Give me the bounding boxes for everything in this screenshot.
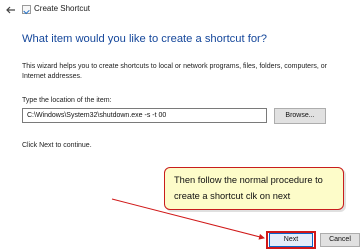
next-button[interactable]: Next — [269, 233, 313, 247]
location-label: Type the location of the item: — [22, 97, 112, 104]
window-title: Create Shortcut — [34, 4, 91, 13]
shortcut-icon — [22, 5, 31, 14]
next-hint-text: Click Next to continue. — [22, 142, 92, 149]
browse-button[interactable]: Browse... — [274, 108, 326, 124]
cancel-button[interactable]: Cancel — [320, 233, 360, 247]
location-input[interactable]: C:\Windows\System32\shutdown.exe -s -t 0… — [22, 108, 267, 123]
back-arrow-icon[interactable] — [4, 3, 18, 17]
wizard-heading: What item would you like to create a sho… — [22, 33, 267, 45]
annotation-text: Then follow the normal procedure to crea… — [174, 175, 323, 201]
wizard-description: This wizard helps you to create shortcut… — [22, 63, 328, 80]
title-bar: Create Shortcut — [0, 0, 363, 20]
